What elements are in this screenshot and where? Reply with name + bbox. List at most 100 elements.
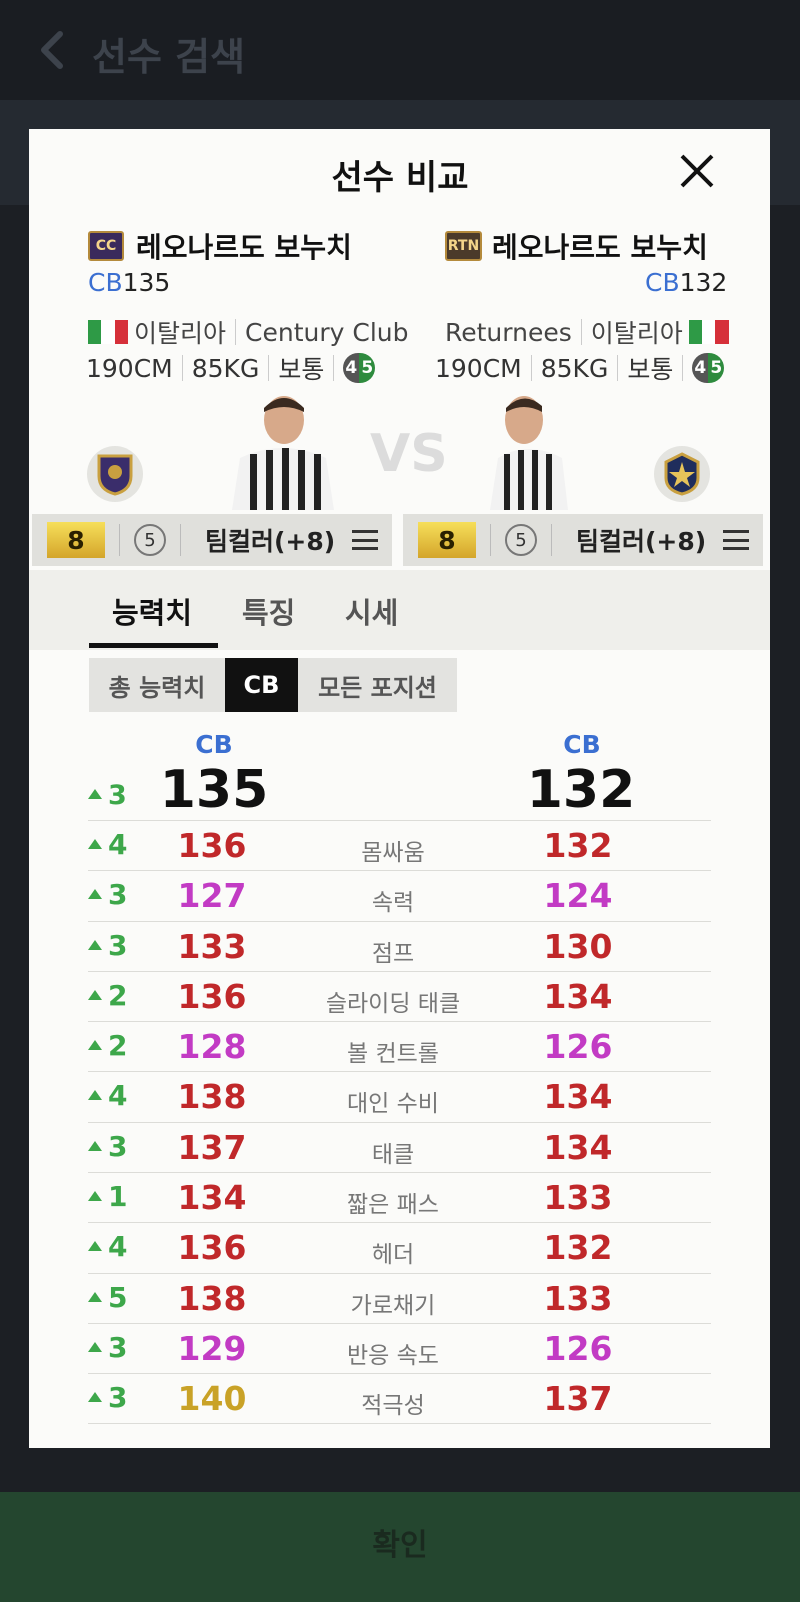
left-meta: 이탈리아 Century Club (88, 314, 408, 350)
table-row: 3 129 반응 속도 126 (88, 1322, 711, 1373)
stat-name: 반응 속도 (347, 1342, 439, 1369)
left-stat-value: 138 (177, 1278, 247, 1318)
up-triangle-icon (88, 1291, 102, 1302)
table-row: 1 134 짧은 패스 133 (88, 1172, 711, 1222)
up-triangle-icon (88, 1241, 102, 1252)
up-triangle-icon (88, 989, 102, 1000)
left-stat-value: 136 (177, 826, 247, 865)
table-row: 2 136 슬라이딩 태클 134 (88, 970, 711, 1021)
stat-delta: 4 (88, 828, 127, 861)
right-weight: 85KG (540, 353, 609, 383)
right-upgrade-strip[interactable]: 8 5 팀컬러(+8) (403, 514, 763, 566)
confirm-button[interactable]: 확인 (0, 1492, 800, 1602)
left-overall: 135 (122, 268, 171, 297)
stat-name: 몸싸움 (361, 840, 425, 866)
left-stat-value: 138 (177, 1077, 247, 1117)
stat-name: 가로채기 (350, 1292, 436, 1319)
left-stat-value: 129 (177, 1328, 247, 1368)
top-bar: 선수 검색 (0, 0, 800, 100)
left-nation: 이탈리아 (134, 319, 227, 348)
stat-name: 볼 컨트롤 (347, 1041, 439, 1068)
table-row: 3 140 적극성 137 (88, 1373, 711, 1424)
up-triangle-icon (88, 1341, 102, 1352)
left-stat-value: 136 (177, 976, 247, 1016)
stat-delta: 1 (88, 1180, 127, 1213)
stat-name: 태클 (371, 1141, 415, 1168)
overall-delta: 3 (88, 780, 127, 811)
left-height: 190CM (86, 353, 173, 383)
right-nation: 이탈리아 (590, 319, 683, 348)
right-header-position: CB (563, 730, 601, 759)
table-row: 3 133 점프 130 (88, 920, 711, 971)
juventus-club-icon (87, 446, 143, 502)
right-stat-value: 132 (543, 826, 613, 865)
tab-abilities[interactable]: 능력치 (112, 590, 192, 632)
stat-name: 헤더 (371, 1242, 415, 1269)
tab-prices[interactable]: 시세 (345, 590, 398, 632)
filter-all-positions[interactable]: 모든 포지션 (298, 658, 457, 712)
stat-name: 점프 (371, 940, 415, 967)
confirm-label: 확인 (372, 1528, 428, 1563)
stat-name: 슬라이딩 태클 (325, 990, 461, 1017)
right-player-name[interactable]: 레오나르도 보누치 (492, 226, 708, 266)
left-grade-icon: 5 (134, 524, 166, 556)
right-pos-ovr: CB132 (645, 268, 727, 297)
up-triangle-icon (88, 789, 102, 799)
tab-traits[interactable]: 특징 (242, 590, 295, 632)
table-row: 2 128 볼 컨트롤 126 (88, 1021, 711, 1071)
stat-delta: 5 (88, 1281, 127, 1314)
vs-label: VS (370, 424, 448, 484)
filter-total[interactable]: 총 능력치 (89, 658, 225, 712)
close-icon[interactable] (678, 152, 716, 190)
left-physical: 190CM 85KG 보통 45 (86, 350, 376, 386)
left-player-name[interactable]: 레오나르도 보누치 (136, 226, 352, 266)
back-arrow-icon[interactable] (34, 30, 74, 70)
right-meta: Returnees 이탈리아 (445, 314, 729, 350)
right-height: 190CM (435, 353, 522, 383)
table-row: 4 138 대인 수비 134 (88, 1071, 711, 1121)
right-position: CB (645, 268, 680, 297)
right-teamcolor: 팀컬러(+8) (576, 527, 707, 556)
stat-name: 짧은 패스 (347, 1192, 439, 1219)
left-upgrade-strip[interactable]: 8 5 팀컬러(+8) (32, 514, 392, 566)
left-stat-value: 134 (177, 1178, 247, 1218)
stat-delta: 3 (88, 929, 127, 962)
stat-name: 속력 (371, 890, 415, 917)
table-row: 3 127 속력 124 (88, 870, 711, 920)
up-triangle-icon (88, 889, 102, 900)
filter-cb[interactable]: CB (225, 658, 298, 712)
right-stat-value: 130 (543, 926, 613, 966)
right-stat-value: 137 (543, 1379, 613, 1419)
right-stat-value: 126 (543, 1027, 613, 1067)
stat-delta: 3 (88, 1381, 127, 1414)
menu-icon[interactable] (723, 530, 749, 550)
position-filter: 총 능력치 CB 모든 포지션 (89, 658, 457, 712)
stat-delta: 3 (88, 1331, 127, 1364)
left-season: Century Club (245, 317, 409, 347)
right-stat-value: 124 (543, 876, 613, 916)
left-header-overall: 135 (159, 760, 269, 820)
right-stat-value: 133 (543, 1178, 613, 1218)
up-triangle-icon (88, 1392, 102, 1403)
left-build: 보통 (278, 355, 325, 384)
stat-delta: 4 (88, 1230, 127, 1263)
italy-flag-icon (688, 320, 729, 344)
left-stat-value: 128 (177, 1027, 247, 1067)
left-stat-value: 136 (177, 1228, 247, 1268)
left-foot-icon: 45 (343, 353, 376, 383)
right-stat-value: 132 (543, 1228, 613, 1268)
left-position: CB (88, 268, 123, 297)
right-grade-icon: 5 (505, 524, 537, 556)
stat-delta: 2 (88, 979, 127, 1012)
menu-icon[interactable] (352, 530, 378, 550)
left-pos-ovr: CB135 (88, 268, 170, 297)
table-row: 3 137 태클 134 (88, 1121, 711, 1172)
table-row: 4 136 헤더 132 (88, 1222, 711, 1272)
stat-delta: 3 (88, 1130, 127, 1163)
left-stat-value: 140 (177, 1379, 247, 1419)
up-triangle-icon (88, 1040, 102, 1051)
stat-delta: 3 (88, 878, 127, 911)
table-row: 5 138 가로채기 133 (88, 1272, 711, 1323)
right-stat-value: 134 (543, 976, 613, 1016)
stat-name: 적극성 (361, 1393, 425, 1420)
